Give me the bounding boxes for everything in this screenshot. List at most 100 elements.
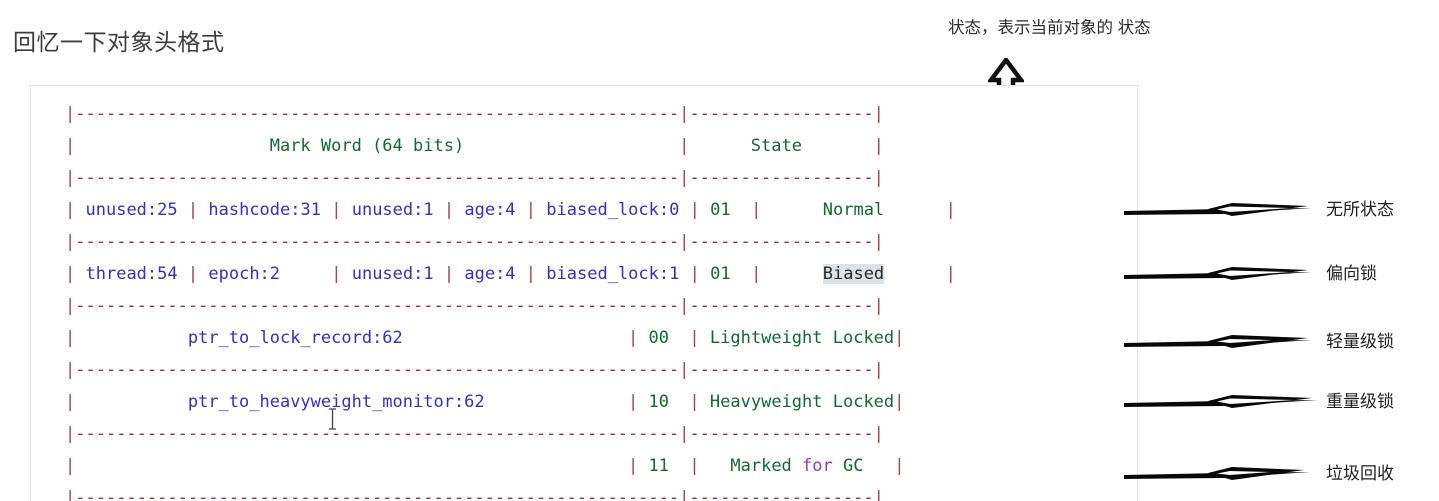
object-header-layout-card: |---------------------------------------… [30,85,1138,501]
cell-sep: | [627,328,639,348]
cell-sep: | [187,264,199,284]
border-dashes: ----------------------------------------… [75,360,680,380]
row-1-field-3: age:4 [464,264,516,284]
border-pipe: | [65,328,76,348]
border-dashes: ------------------ [689,168,874,188]
border-pipe: | [65,168,76,188]
cell-sep: | [443,200,455,220]
cell-sep: | [689,392,700,412]
border-dashes: ------------------ [689,360,874,380]
border-dashes: ------------------ [689,424,874,444]
cell-sep: | [331,200,342,220]
border-pipe: | [65,360,76,380]
row-4-state-a: Marked [730,456,792,476]
border-dashes: ------------------ [689,488,874,501]
border-dashes: ----------------------------------------… [75,488,680,501]
row-0-field-4: biased_lock:0 [546,200,680,220]
border-pipe: | [894,392,905,412]
border-pipe: | [873,168,884,188]
border-pipe: | [65,136,76,156]
cell-sep: | [525,200,537,220]
row-3-field-0: ptr_to_heavyweight_monitor:62 [187,392,485,412]
border-dashes: ----------------------------------------… [75,424,680,444]
border-pipe: | [679,424,690,444]
border-pipe: | [65,296,76,316]
cell-sep: | [751,264,762,284]
border-dashes: ------------------ [689,104,874,124]
row-0-field-2: unused:1 [351,200,434,220]
cell-sep: | [689,456,700,476]
header-mark-word: Mark Word (64 bits) [269,136,465,156]
mark-word-ascii-table: |---------------------------------------… [65,98,956,501]
border-pipe: | [65,200,76,220]
border-dashes: ----------------------------------------… [75,232,680,252]
border-pipe: | [679,232,690,252]
cell-sep: | [525,264,537,284]
border-dashes: ----------------------------------------… [75,168,680,188]
row-0-state: Normal [822,200,885,220]
row-4-state-kw: for [802,456,833,476]
border-pipe: | [873,104,884,124]
border-pipe: | [894,328,905,348]
row-0-field-1: hashcode:31 [208,200,321,220]
cell-sep: | [627,456,639,476]
border-pipe: | [65,456,76,476]
row-1-tag-bits: 01 [710,264,731,284]
cell-sep: | [331,264,342,284]
border-pipe: | [65,232,76,252]
cell-sep: | [689,200,700,220]
border-pipe: | [945,264,956,284]
border-pipe: | [65,424,76,444]
right-arrow-hand-drawn-icon [1122,390,1318,414]
border-pipe: | [873,232,884,252]
border-dashes: ------------------ [689,232,874,252]
border-pipe: | [679,168,690,188]
annotation-label: 重量级锁 [1326,392,1394,411]
border-pipe: | [65,104,76,124]
border-dashes: ----------------------------------------… [75,296,680,316]
row-1-state[interactable]: Biased [822,264,885,284]
row-2-tag-bits: 00 [648,328,669,348]
right-arrow-hand-drawn-icon [1122,262,1318,286]
border-pipe: | [873,360,884,380]
row-3-tag-bits: 10 [648,392,669,412]
page-title: 回忆一下对象头格式 [13,29,225,55]
annotation-label: 垃圾回收 [1326,464,1394,483]
row-2-field-0: ptr_to_lock_record:62 [187,328,403,348]
border-pipe: | [679,136,690,156]
cell-sep: | [689,328,700,348]
state-callout-text: 状态，表示当前对象的 状态 [948,19,1151,37]
border-pipe: | [679,296,690,316]
border-dashes: ----------------------------------------… [75,104,680,124]
row-1-field-0: thread:54 [85,264,178,284]
border-pipe: | [945,200,956,220]
annotation-label: 偏向锁 [1326,264,1377,283]
cell-sep: | [443,264,455,284]
row-3-state: Heavyweight Locked [709,392,895,412]
border-pipe: | [679,360,690,380]
row-4-state-b: GC [843,456,864,476]
row-2-state: Lightweight Locked [709,328,895,348]
border-pipe: | [65,264,76,284]
cell-sep: | [689,264,700,284]
cell-sep: | [627,392,639,412]
border-dashes: ------------------ [689,296,874,316]
annotation-label: 轻量级锁 [1326,332,1394,351]
border-pipe: | [873,136,884,156]
right-arrow-hand-drawn-icon [1122,462,1318,486]
cell-sep: | [751,200,762,220]
border-pipe: | [873,488,884,501]
border-pipe: | [679,488,690,501]
row-0-field-3: age:4 [464,200,516,220]
border-pipe: | [679,104,690,124]
row-1-field-1: epoch:2 [208,264,281,284]
border-pipe: | [894,456,905,476]
border-pipe: | [65,488,76,501]
annotation-label: 无所状态 [1326,200,1394,219]
row-4-tag-bits: 11 [648,456,669,476]
cell-sep: | [187,200,199,220]
row-0-field-0: unused:25 [85,200,178,220]
row-0-tag-bits: 01 [710,200,731,220]
right-arrow-hand-drawn-icon [1122,330,1318,354]
row-1-field-2: unused:1 [351,264,434,284]
